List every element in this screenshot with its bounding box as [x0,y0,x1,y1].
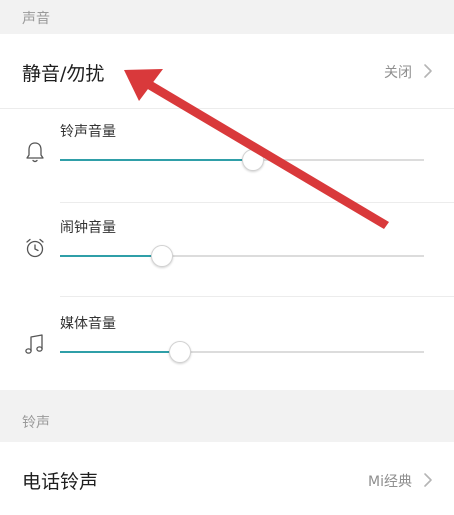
annotation-arrow-shaft [146,80,389,229]
annotation-arrow [124,69,389,229]
